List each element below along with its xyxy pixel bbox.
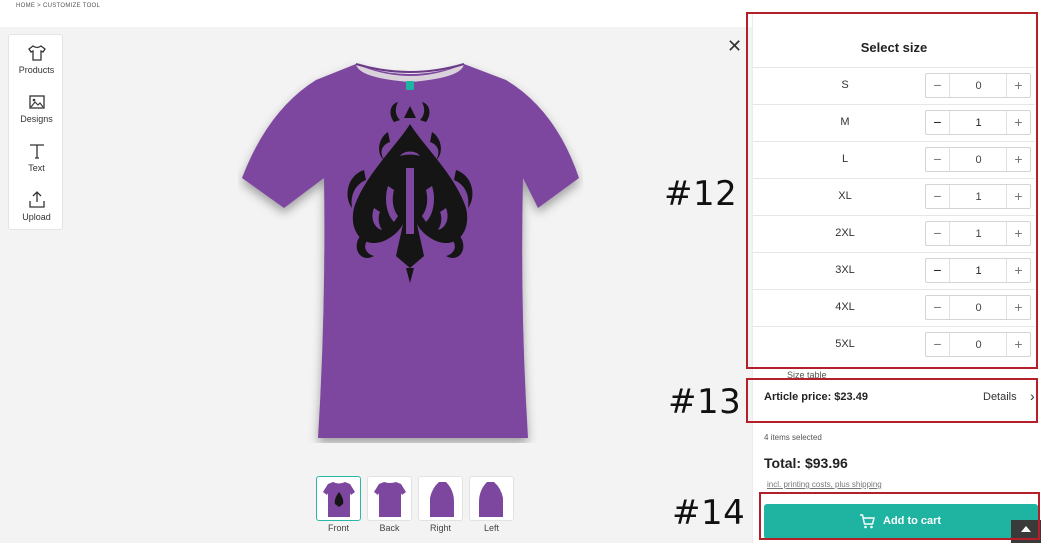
tool-upload[interactable]: Upload [9,184,64,230]
panel-title: Select size [860,40,928,55]
increment-button[interactable]: + [1006,185,1030,208]
decrement-button[interactable]: − [926,333,950,356]
quantity-stepper: − + [925,110,1031,135]
size-label: L [841,153,849,165]
size-row-2xl: 2XL − + [753,215,1035,252]
quantity-input[interactable] [951,333,1006,356]
annotation-label-13: #13 [668,382,742,422]
view-back[interactable]: Back [367,476,412,536]
decrement-button[interactable]: − [926,259,950,282]
view-left-label: Left [483,523,499,533]
size-row-s: S − + [753,67,1035,104]
increment-button[interactable]: + [1006,111,1030,134]
increment-button[interactable]: + [1006,222,1030,245]
quantity-stepper: − + [925,295,1031,320]
annotation-label-14: #14 [672,493,746,533]
details-link[interactable]: Details [983,391,1017,403]
tshirt-icon [27,45,46,61]
article-price: Article price: $23.49 [764,391,868,403]
quantity-input[interactable] [951,148,1006,171]
increment-button[interactable]: + [1006,74,1030,97]
view-right-label: Right [429,523,451,533]
decrement-button[interactable]: − [926,111,950,134]
total-price: Total: $93.96 [764,455,848,471]
increment-button[interactable]: + [1006,259,1030,282]
view-switcher: Front Back Right Left [316,476,516,536]
quantity-stepper: − + [925,258,1031,283]
upload-icon [28,191,45,208]
tool-products-label: Products [18,65,55,75]
decrement-button[interactable]: − [926,222,950,245]
size-row-5xl: 5XL − + [753,326,1035,363]
tool-designs-label: Designs [20,114,53,124]
quantity-stepper: − + [925,184,1031,209]
decrement-button[interactable]: − [926,185,950,208]
decrement-button[interactable]: − [926,296,950,319]
add-to-cart-label: Add to cart [883,515,942,527]
size-label: 4XL [835,301,855,313]
close-icon[interactable]: ✕ [727,37,742,55]
quantity-input[interactable] [951,222,1006,245]
quantity-input[interactable] [951,259,1006,282]
quantity-input[interactable] [951,111,1006,134]
view-front-label: Front [327,523,349,533]
collar-tag [406,81,414,90]
shipping-info-link[interactable]: incl. printing costs, plus shipping [767,480,882,489]
tool-sidebar: Products Designs Text Upload [8,34,63,230]
quantity-input[interactable] [951,185,1006,208]
quantity-stepper: − + [925,332,1031,357]
view-back-label: Back [379,523,400,533]
increment-button[interactable]: + [1006,296,1030,319]
view-right-thumbnail [418,476,463,521]
tool-text-label: Text [28,163,45,173]
chevron-right-icon[interactable]: › [1030,388,1035,404]
increment-button[interactable]: + [1006,333,1030,356]
tool-designs[interactable]: Designs [9,86,64,132]
decrement-button[interactable]: − [926,148,950,171]
view-left-thumbnail [469,476,514,521]
view-back-thumbnail [367,476,412,521]
quantity-stepper: − + [925,73,1031,98]
tool-upload-label: Upload [22,212,51,222]
quantity-stepper: − + [925,147,1031,172]
quantity-input[interactable] [951,296,1006,319]
size-row-3xl: 3XL − + [753,252,1035,289]
decrement-button[interactable]: − [926,74,950,97]
size-label: 3XL [835,264,855,276]
size-label: M [840,116,850,128]
size-row-l: L − + [753,141,1035,178]
cart-icon [860,514,875,529]
size-row-m: M − + [753,104,1035,141]
tshirt-preview[interactable] [238,58,583,443]
view-front-thumbnail [316,476,361,521]
quantity-stepper: − + [925,221,1031,246]
size-label: XL [838,190,852,202]
size-row-4xl: 4XL − + [753,289,1035,326]
quantity-input[interactable] [951,74,1006,97]
breadcrumb[interactable]: HOME > CUSTOMIZE TOOL [16,3,100,9]
size-table-label: Size table [787,370,827,379]
image-icon [28,95,45,109]
tool-text[interactable]: Text [9,135,64,181]
view-front[interactable]: Front [316,476,361,536]
size-table-link[interactable]: Size table [752,367,1042,379]
items-selected: 4 items selected [764,433,822,442]
size-row-xl: XL − + [753,178,1035,215]
arrow-up-icon [1021,526,1031,532]
view-left[interactable]: Left [469,476,514,536]
tool-products[interactable]: Products [9,37,64,83]
annotation-label-12: #12 [664,174,738,214]
size-label: 5XL [835,338,855,350]
add-to-cart-button[interactable]: Add to cart [764,504,1038,539]
view-right[interactable]: Right [418,476,463,536]
text-icon [29,144,44,159]
size-label: 2XL [835,227,855,239]
size-label: S [841,79,849,91]
scroll-to-top-button[interactable] [1011,520,1041,543]
increment-button[interactable]: + [1006,148,1030,171]
